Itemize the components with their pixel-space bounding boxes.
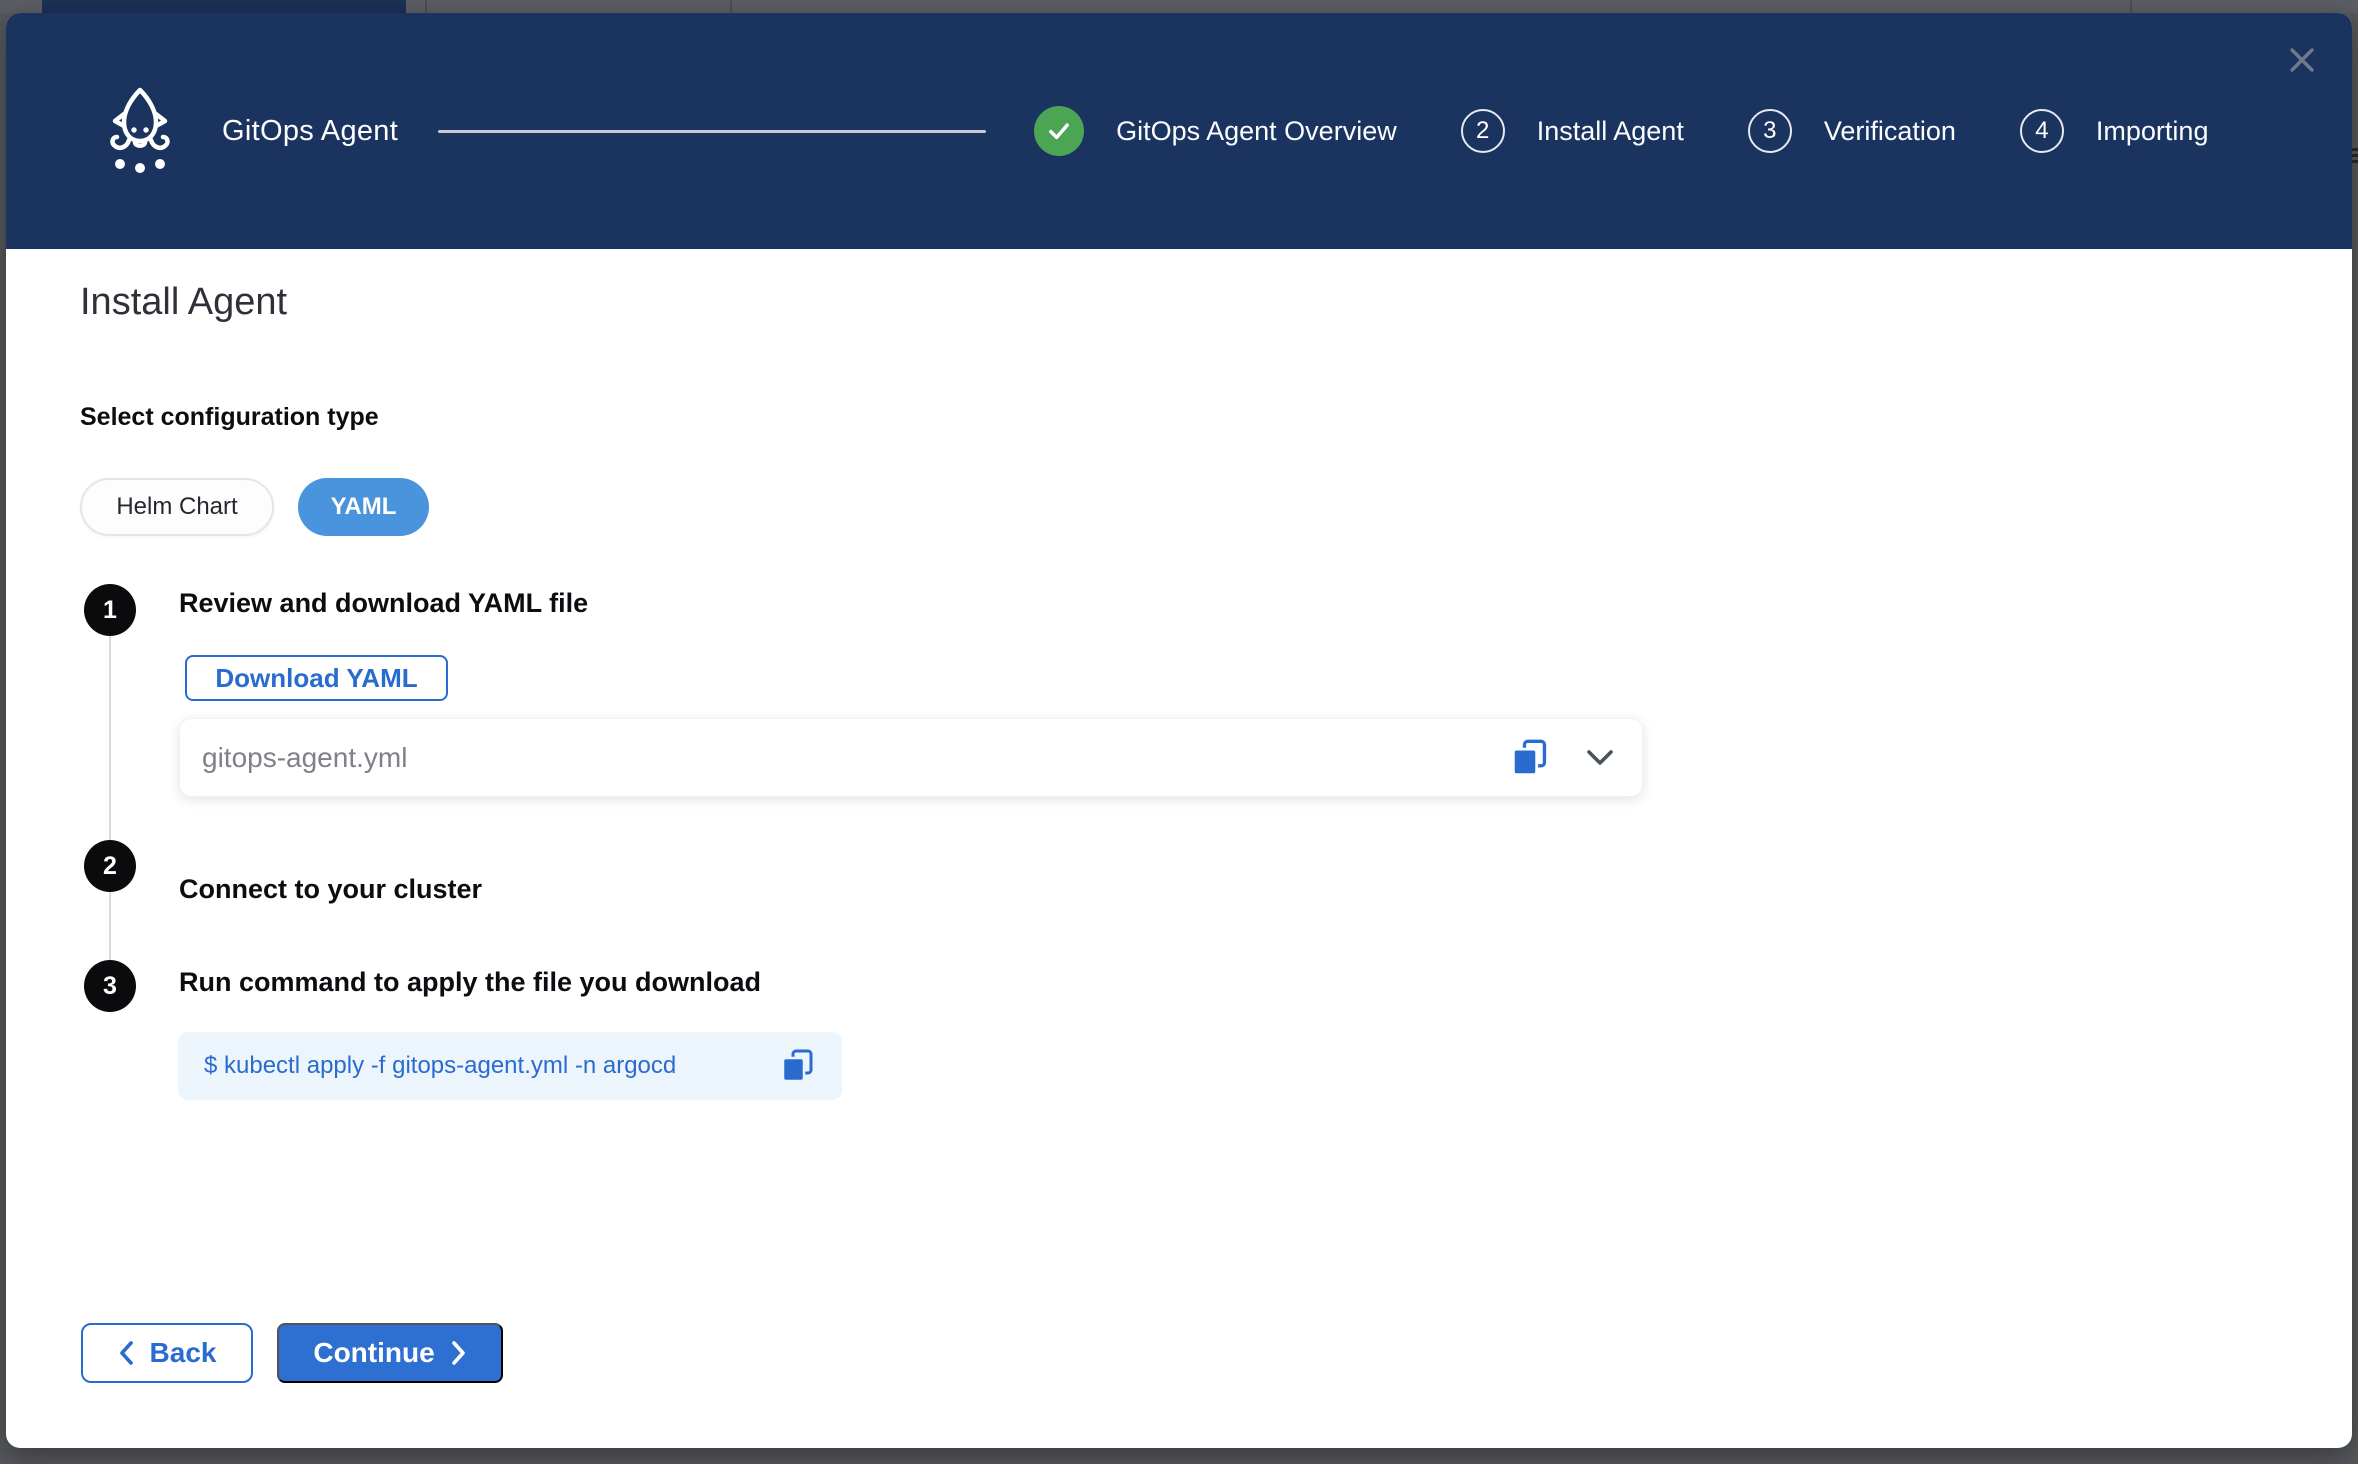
kubectl-command-text: $ kubectl apply -f gitops-agent.yml -n a… xyxy=(204,1052,676,1080)
steps-connector-line xyxy=(109,610,111,986)
progress-step-label: GitOps Agent Overview xyxy=(1116,116,1397,147)
gitops-agent-wizard-modal: GitOps Agent GitOps Agent Overview 2 Ins… xyxy=(6,13,2352,1448)
progress-step-overview[interactable]: GitOps Agent Overview xyxy=(1034,106,1397,156)
wizard-body: Install Agent Select configuration type … xyxy=(6,249,2352,1448)
progress-step-install-agent[interactable]: 2 Install Agent xyxy=(1461,109,1684,153)
wizard-progress-steps: GitOps Agent Overview 2 Install Agent 3 … xyxy=(1034,106,2208,156)
back-button-label: Back xyxy=(150,1337,217,1369)
chevron-right-icon xyxy=(451,1340,467,1366)
continue-button-label: Continue xyxy=(313,1337,434,1369)
download-yaml-button[interactable]: Download YAML xyxy=(185,655,448,701)
menu-lines-icon xyxy=(2352,148,2358,166)
header-divider-line xyxy=(438,130,986,133)
step-2-title: Connect to your cluster xyxy=(179,874,482,905)
continue-button[interactable]: Continue xyxy=(277,1323,503,1383)
step-complete-check-icon xyxy=(1034,106,1084,156)
progress-step-label: Verification xyxy=(1824,116,1956,147)
background-tab-strip xyxy=(0,0,2358,13)
step-2-badge: 2 xyxy=(84,840,136,892)
wizard-title: GitOps Agent xyxy=(222,115,398,148)
copy-icon[interactable] xyxy=(1510,738,1550,778)
tab-divider xyxy=(730,0,732,13)
step-number-badge: 3 xyxy=(1748,109,1792,153)
progress-step-verification[interactable]: 3 Verification xyxy=(1748,109,1956,153)
tab-divider xyxy=(425,0,427,13)
copy-icon[interactable] xyxy=(780,1048,816,1084)
progress-step-label: Install Agent xyxy=(1537,116,1684,147)
config-type-label: Select configuration type xyxy=(80,403,379,432)
yaml-file-name: gitops-agent.yml xyxy=(202,742,407,774)
config-option-helm-chart[interactable]: Helm Chart xyxy=(80,478,274,536)
chevron-left-icon xyxy=(118,1340,134,1366)
step-1-badge: 1 xyxy=(84,584,136,636)
step-3-title: Run command to apply the file you downlo… xyxy=(179,967,761,998)
progress-step-importing[interactable]: 4 Importing xyxy=(2020,109,2209,153)
gitops-agent-logo-icon xyxy=(100,85,180,177)
step-1-title: Review and download YAML file xyxy=(179,588,588,619)
yaml-file-expander[interactable]: gitops-agent.yml xyxy=(179,718,1643,797)
kubectl-command-box: $ kubectl apply -f gitops-agent.yml -n a… xyxy=(178,1032,842,1100)
step-3-badge: 3 xyxy=(84,960,136,1012)
chevron-down-icon[interactable] xyxy=(1586,749,1614,767)
page-title: Install Agent xyxy=(80,281,287,324)
tab-divider xyxy=(2130,0,2132,13)
step-number-badge: 4 xyxy=(2020,109,2064,153)
background-active-tab xyxy=(42,0,406,13)
config-option-label: YAML xyxy=(331,493,397,521)
progress-step-label: Importing xyxy=(2096,116,2209,147)
back-button[interactable]: Back xyxy=(81,1323,253,1383)
config-option-label: Helm Chart xyxy=(116,493,237,521)
backdrop-bottom-edge xyxy=(0,1448,2358,1464)
close-icon[interactable] xyxy=(2287,45,2317,75)
wizard-header: GitOps Agent GitOps Agent Overview 2 Ins… xyxy=(6,13,2352,249)
backdrop-right-edge xyxy=(2352,13,2358,1448)
step-number-badge: 2 xyxy=(1461,109,1505,153)
config-option-yaml[interactable]: YAML xyxy=(298,478,429,536)
